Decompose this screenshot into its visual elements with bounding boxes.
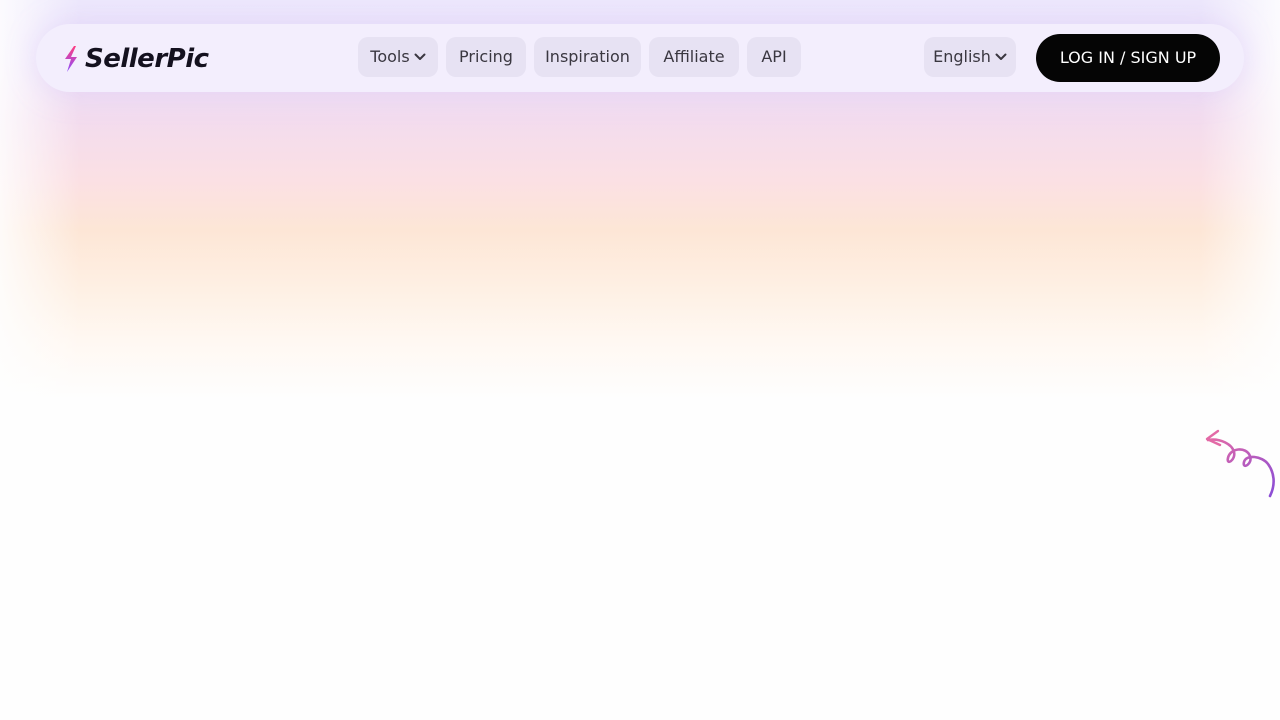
- chevron-down-icon: [995, 36, 1007, 76]
- page: SellerPic Tools Pricing Inspiration Affi…: [0, 0, 1280, 720]
- brand-name: SellerPic: [85, 44, 209, 74]
- chevron-down-icon: [414, 36, 426, 76]
- nav-tools-label: Tools: [370, 47, 410, 66]
- nav-pricing-label: Pricing: [459, 47, 513, 66]
- login-signup-label: LOG IN / SIGN UP: [1059, 48, 1197, 67]
- logo-link[interactable]: SellerPic: [60, 44, 209, 74]
- nav-inspiration-link[interactable]: Inspiration: [534, 37, 641, 77]
- top-navbar: SellerPic Tools Pricing Inspiration Affi…: [36, 24, 1244, 92]
- language-label: English: [933, 47, 991, 66]
- nav-inspiration-label: Inspiration: [545, 47, 630, 66]
- login-signup-button[interactable]: LOG IN / SIGN UP: [1036, 34, 1220, 82]
- language-selector[interactable]: English: [924, 37, 1016, 77]
- curly-arrow-icon: [1200, 426, 1280, 504]
- nav-api-link[interactable]: API: [747, 37, 801, 77]
- nav-tools-dropdown[interactable]: Tools: [358, 37, 438, 77]
- lightning-logo-icon: [60, 45, 82, 73]
- nav-pricing-link[interactable]: Pricing: [446, 37, 526, 77]
- nav-affiliate-link[interactable]: Affiliate: [649, 37, 739, 77]
- nav-api-label: API: [761, 47, 787, 66]
- nav-affiliate-label: Affiliate: [663, 47, 725, 66]
